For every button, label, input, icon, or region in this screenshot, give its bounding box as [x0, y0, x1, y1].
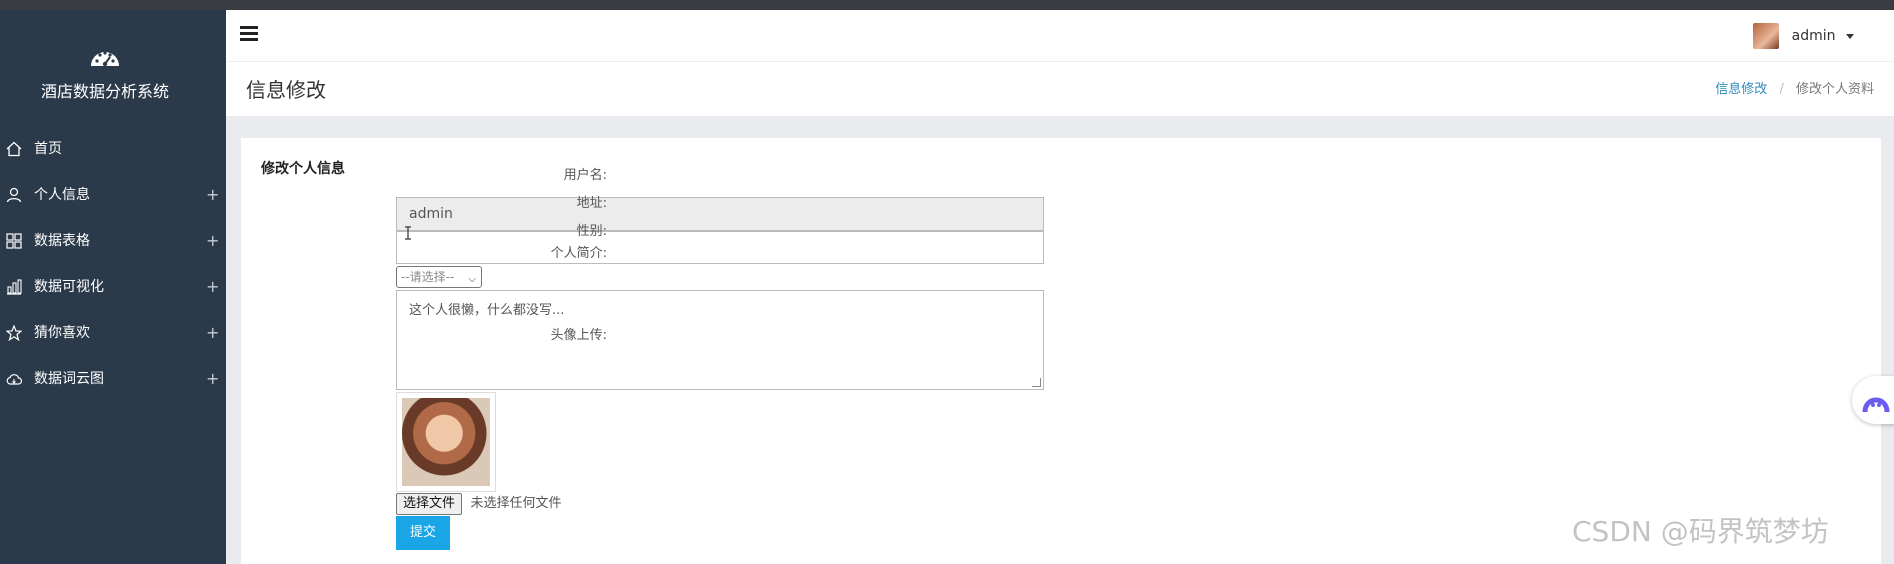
sidebar-item-label: 数据词云图 [34, 371, 104, 387]
cloud-icon [6, 374, 22, 385]
sidebar: 酒店数据分析系统 首页 个人信息 + 数据表格 + 数据可视化 + 猜你喜欢 + [0, 10, 226, 564]
choose-file-button[interactable]: 选择文件 [396, 493, 463, 515]
gender-selected-value: --请选择-- [401, 270, 455, 284]
page-titlebar: 信息修改 信息修改 / 修改个人资料 [226, 62, 1894, 116]
star-icon [6, 325, 22, 341]
app-title: 酒店数据分析系统 [40, 82, 169, 101]
file-upload: 选择文件 未选择任何文件 [396, 491, 561, 515]
form-panel: 修改个人信息 用户名: admin 地址: 性别: --请选择-- ⌵ 个人简介… [241, 138, 1881, 564]
menu-toggle-icon[interactable] [240, 26, 258, 42]
intro-placeholder: 这个人很懒，什么都没写... [409, 303, 565, 318]
expand-icon: + [206, 231, 220, 250]
sidebar-item-label: 首页 [34, 141, 62, 157]
user-name: admin [1791, 28, 1836, 44]
avatar [1753, 23, 1780, 49]
expand-icon: + [206, 277, 220, 296]
submit-button[interactable]: 提交 [396, 516, 450, 550]
chevron-down-icon: ⌵ [468, 274, 476, 285]
username-label: 用户名: [563, 168, 607, 183]
home-icon [6, 141, 22, 157]
avatar-label: 头像上传: [550, 328, 607, 343]
address-label: 地址: [576, 196, 607, 211]
grid-icon [6, 233, 22, 249]
sidebar-item-label: 数据表格 [34, 233, 90, 249]
gender-select[interactable]: --请选择-- ⌵ [396, 266, 482, 288]
username-field[interactable]: admin [396, 197, 1044, 231]
user-menu[interactable]: admin [1753, 22, 1854, 50]
floating-assistant-button[interactable] [1852, 376, 1894, 424]
sidebar-item-home[interactable]: 首页 [0, 126, 226, 172]
file-status: 未选择任何文件 [470, 496, 562, 511]
expand-icon: + [206, 323, 220, 342]
avatar-image [402, 398, 490, 486]
breadcrumb-separator: / [1779, 82, 1784, 97]
sidebar-item-data-table[interactable]: 数据表格 + [0, 218, 226, 264]
top-header: admin [226, 10, 1894, 62]
resize-handle-icon[interactable] [1032, 378, 1041, 387]
breadcrumb: 信息修改 / 修改个人资料 [1715, 78, 1874, 97]
sidebar-item-visualization[interactable]: 数据可视化 + [0, 264, 226, 310]
avatar-preview [396, 392, 496, 492]
sidebar-menu: 首页 个人信息 + 数据表格 + 数据可视化 + 猜你喜欢 + 数据词云图 + [0, 126, 226, 402]
dashboard-gauge-icon [91, 51, 119, 67]
form-title: 修改个人信息 [261, 161, 345, 177]
breadcrumb-link[interactable]: 信息修改 [1715, 82, 1767, 97]
sidebar-item-label: 个人信息 [34, 187, 90, 203]
browser-top-strip [0, 0, 1894, 10]
sidebar-item-label: 猜你喜欢 [34, 325, 90, 341]
expand-icon: + [206, 185, 220, 204]
caret-down-icon [1846, 33, 1854, 39]
sidebar-item-wordcloud[interactable]: 数据词云图 + [0, 356, 226, 402]
bar-chart-icon [7, 279, 22, 295]
expand-icon: + [206, 369, 220, 388]
assistant-icon [1862, 397, 1890, 413]
intro-textarea[interactable]: 这个人很懒，什么都没写... [396, 290, 1044, 390]
address-field[interactable] [396, 231, 1044, 264]
intro-label: 个人简介: [550, 246, 607, 261]
sidebar-item-profile[interactable]: 个人信息 + [0, 172, 226, 218]
sidebar-item-label: 数据可视化 [34, 279, 104, 295]
page-title: 信息修改 [246, 78, 326, 102]
sidebar-item-recommend[interactable]: 猜你喜欢 + [0, 310, 226, 356]
user-icon [6, 187, 22, 203]
watermark: CSDN @码界筑梦坊 [1572, 515, 1829, 548]
brand: 酒店数据分析系统 [0, 44, 210, 102]
text-cursor-icon [405, 226, 411, 240]
breadcrumb-current: 修改个人资料 [1795, 82, 1874, 97]
gender-label: 性别: [576, 224, 607, 239]
